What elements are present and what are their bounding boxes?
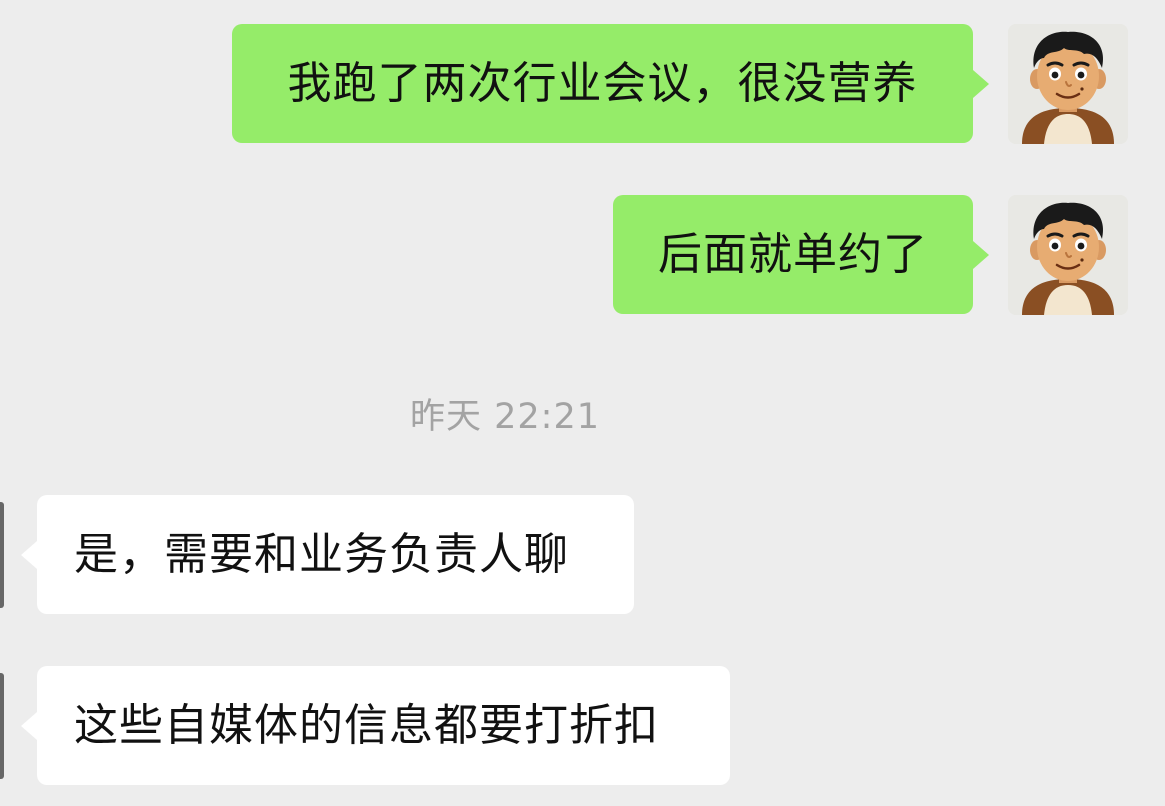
incoming-message-bubble[interactable]: 这些自媒体的信息都要打折扣 bbox=[37, 666, 730, 785]
contact-avatar[interactable] bbox=[0, 673, 4, 779]
cartoon-boy-avatar-icon bbox=[1008, 24, 1128, 144]
outgoing-bubble-tail bbox=[973, 70, 989, 98]
incoming-message-bubble[interactable]: 是，需要和业务负责人聊 bbox=[37, 495, 634, 614]
sender-avatar[interactable] bbox=[1008, 195, 1128, 315]
outgoing-message-bubble[interactable]: 后面就单约了 bbox=[613, 195, 973, 314]
cartoon-boy-avatar-icon bbox=[1008, 195, 1128, 315]
chat-message-list[interactable]: 我跑了两次行业会议，很没营养 后面就单约了 昨天 22:21 是，需要和业务负责… bbox=[0, 0, 1165, 806]
outgoing-message-bubble[interactable]: 我跑了两次行业会议，很没营养 bbox=[232, 24, 973, 143]
outgoing-bubble-tail bbox=[973, 241, 989, 269]
incoming-bubble-tail bbox=[21, 712, 37, 740]
contact-avatar[interactable] bbox=[0, 502, 4, 608]
incoming-bubble-tail bbox=[21, 541, 37, 569]
sender-avatar[interactable] bbox=[1008, 24, 1128, 144]
message-timestamp: 昨天 22:21 bbox=[410, 397, 600, 437]
